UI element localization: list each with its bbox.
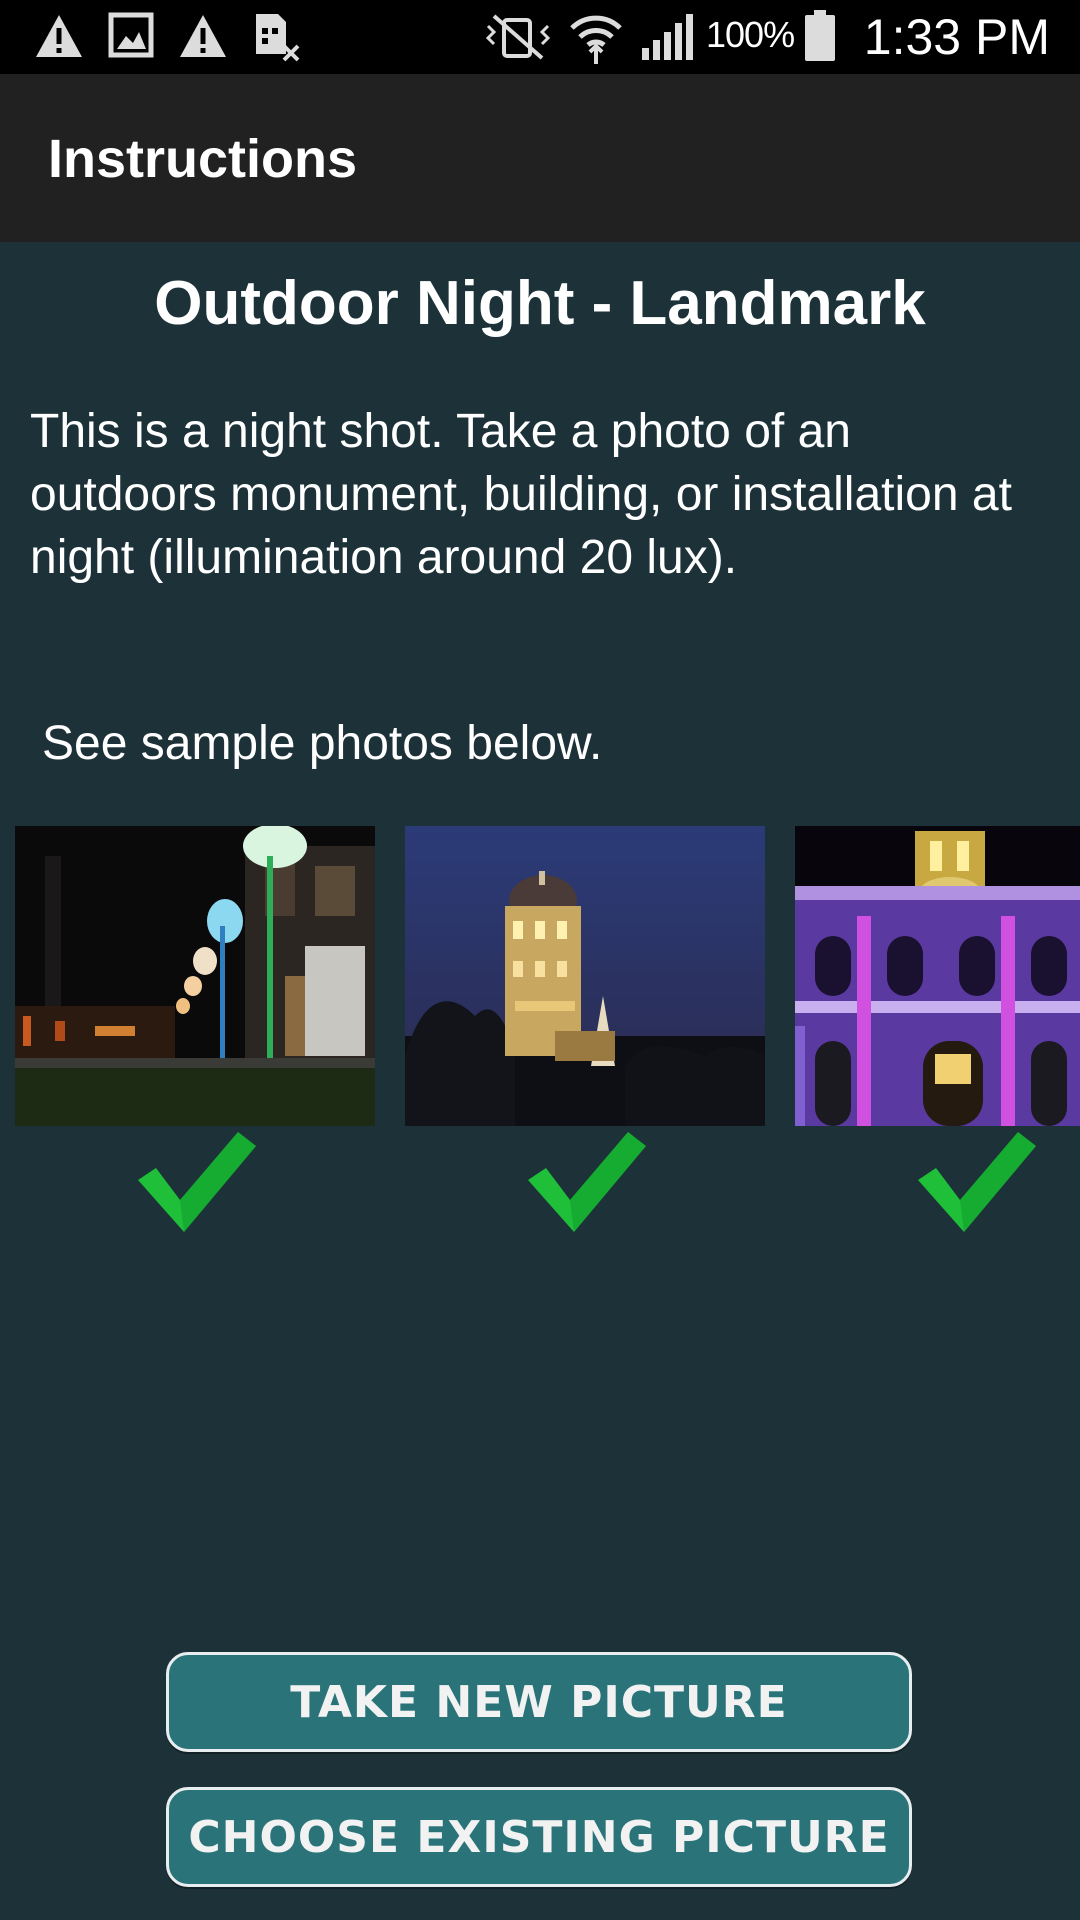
battery-percentage: 100%	[706, 14, 795, 55]
battery-icon	[805, 10, 835, 61]
page-title: Outdoor Night - Landmark	[154, 269, 926, 338]
wifi-icon	[570, 15, 622, 64]
sample-photo-street	[15, 826, 375, 1126]
warning-icon	[36, 15, 82, 57]
instructions-text: This is a night shot. Take a photo of an…	[30, 405, 1012, 584]
check-icon	[138, 1132, 256, 1232]
warning-icon	[180, 15, 226, 57]
sim-card-off-icon	[256, 14, 300, 62]
check-icon	[918, 1132, 1036, 1232]
see-samples-text: See sample photos below.	[42, 717, 603, 770]
action-bar: Instructions	[0, 74, 1080, 242]
action-bar-title: Instructions	[48, 129, 358, 189]
signal-icon	[642, 14, 693, 60]
choose-existing-picture-button[interactable]: CHOOSE EXISTING PICTURE	[166, 1787, 912, 1887]
check-icon	[528, 1132, 646, 1232]
take-new-picture-button[interactable]: TAKE NEW PICTURE	[166, 1652, 912, 1752]
sample-photo-tower	[405, 826, 765, 1126]
sample-photo-building	[795, 826, 1080, 1126]
vibrate-mute-icon	[485, 14, 551, 60]
image-icon	[108, 12, 154, 58]
clock: 1:33 PM	[863, 9, 1050, 65]
status-bar: 100% 1:33 PM	[0, 0, 1080, 74]
